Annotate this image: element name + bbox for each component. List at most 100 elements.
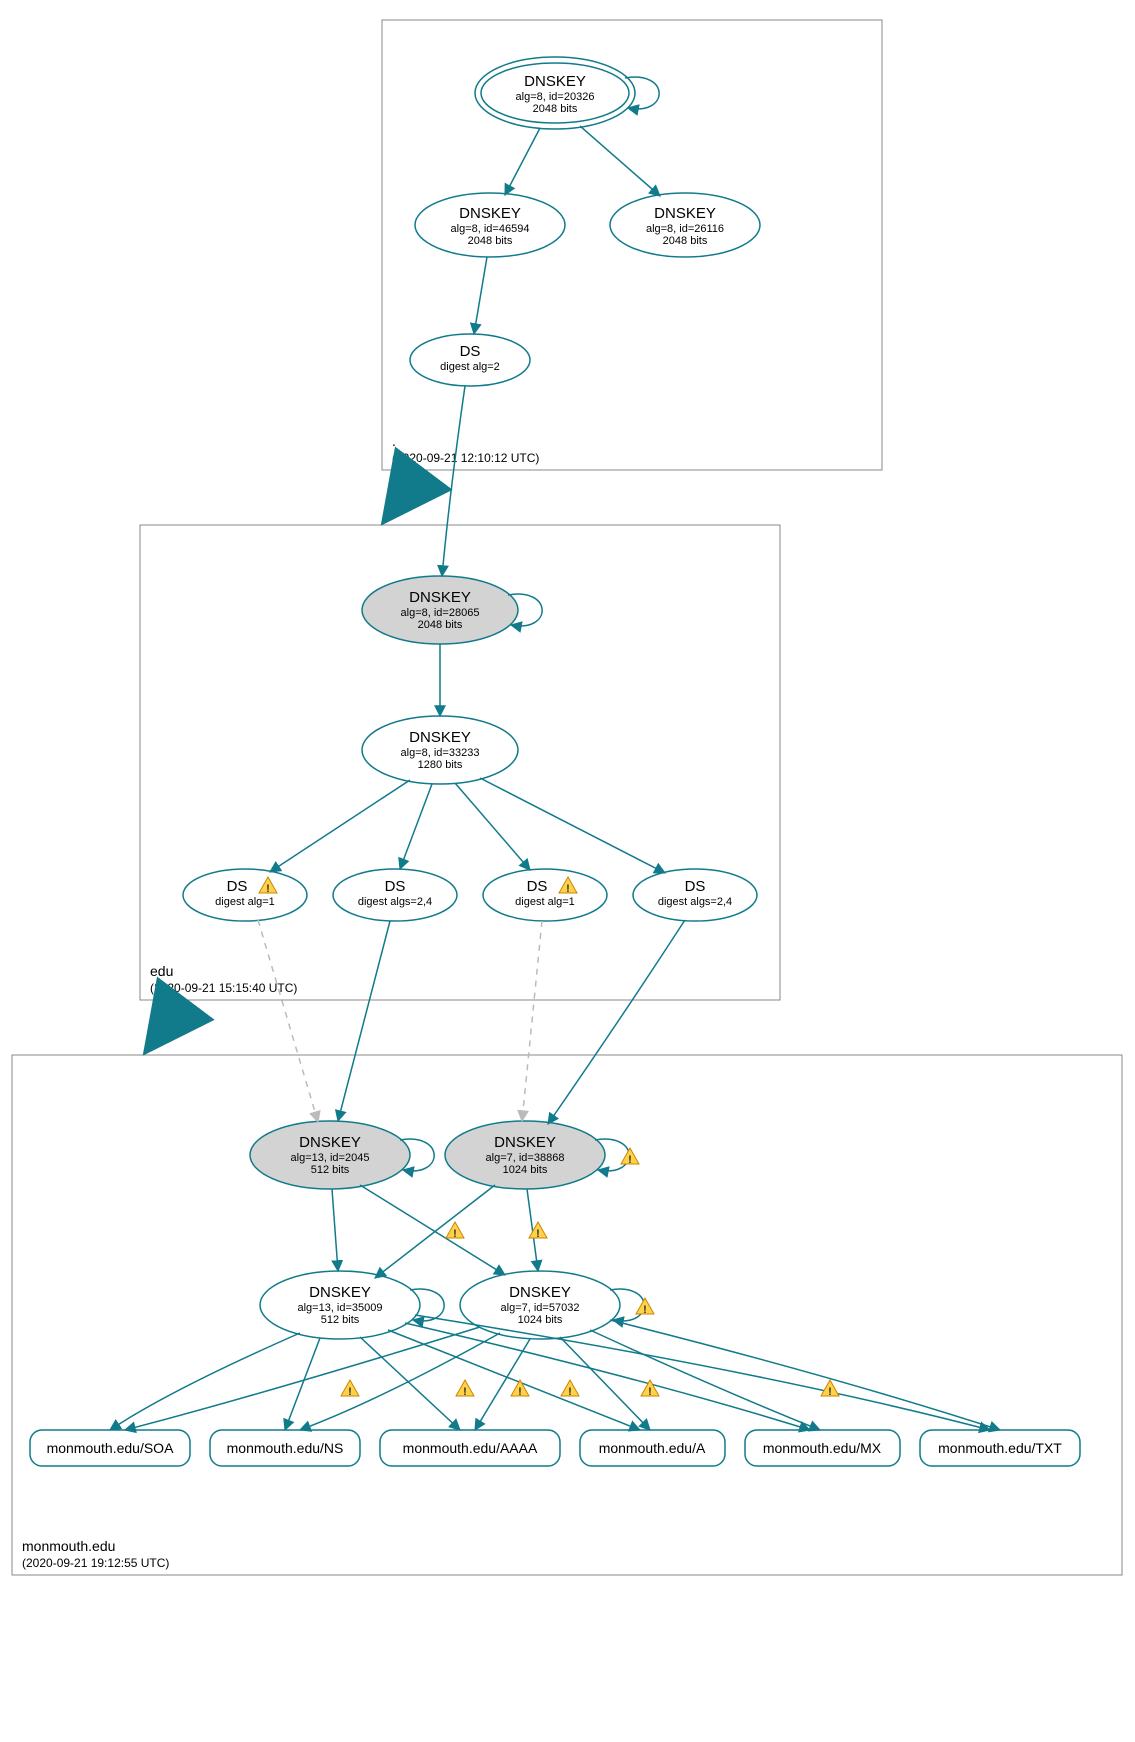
svg-text:DNSKEY: DNSKEY xyxy=(409,589,471,606)
svg-text:digest alg=1: digest alg=1 xyxy=(515,896,575,908)
svg-text:DS: DS xyxy=(685,878,706,895)
warn-icon: ! xyxy=(636,1298,654,1316)
edge-mksk1-mzsk2 xyxy=(360,1185,505,1275)
dnssec-diagram: . (2020-09-21 12:10:12 UTC) edu (2020-09… xyxy=(0,0,1135,1742)
svg-text:2048 bits: 2048 bits xyxy=(663,235,708,247)
edge-mksk1-mzsk1 xyxy=(332,1189,338,1271)
svg-text:!: ! xyxy=(628,1154,632,1166)
svg-text:digest alg=1: digest alg=1 xyxy=(215,896,275,908)
edge-mzsk1-aaaa xyxy=(360,1337,460,1430)
node-root-ksk: DNSKEY alg=8, id=20326 2048 bits xyxy=(475,57,635,129)
svg-text:DNSKEY: DNSKEY xyxy=(524,73,586,90)
svg-text:monmouth.edu/SOA: monmouth.edu/SOA xyxy=(47,1440,175,1456)
svg-text:!: ! xyxy=(566,883,570,895)
edge-mzsk1-soa xyxy=(110,1333,300,1430)
node-root-ds: DS digest alg=2 xyxy=(410,334,530,386)
svg-text:alg=8, id=33233: alg=8, id=33233 xyxy=(401,747,480,759)
node-edu-ds4: DS digest algs=2,4 xyxy=(633,869,757,921)
svg-text:DNSKEY: DNSKEY xyxy=(459,205,521,222)
zone-ts-monmouth: (2020-09-21 19:12:55 UTC) xyxy=(22,1556,169,1570)
svg-text:2048 bits: 2048 bits xyxy=(468,235,513,247)
node-m-ksk1: DNSKEY alg=13, id=2045 512 bits xyxy=(250,1121,410,1189)
svg-text:alg=8, id=46594: alg=8, id=46594 xyxy=(451,223,530,235)
node-root-zsk1: DNSKEY alg=8, id=46594 2048 bits xyxy=(415,193,565,257)
edge-mzsk2-soa xyxy=(125,1327,480,1430)
warn-icon: ! xyxy=(561,1380,579,1398)
edge-mzsk2-ns xyxy=(300,1333,500,1430)
warn-icon: ! xyxy=(446,1222,464,1240)
zone-name-root: . xyxy=(392,433,396,449)
svg-text:monmouth.edu/A: monmouth.edu/A xyxy=(599,1440,706,1456)
svg-text:1024 bits: 1024 bits xyxy=(518,1314,563,1326)
edge-ds1-mksk1 xyxy=(258,920,318,1122)
rr-soa: monmouth.edu/SOA xyxy=(30,1430,190,1466)
svg-text:digest alg=2: digest alg=2 xyxy=(440,361,500,373)
svg-text:!: ! xyxy=(453,1228,457,1240)
svg-text:2048 bits: 2048 bits xyxy=(418,619,463,631)
svg-text:!: ! xyxy=(536,1228,540,1240)
edge-mzsk2-txt xyxy=(610,1320,1000,1430)
rr-mx: monmouth.edu/MX xyxy=(745,1430,900,1466)
edge-rootzsk1-ds xyxy=(474,257,487,334)
svg-text:!: ! xyxy=(643,1304,647,1316)
svg-text:DNSKEY: DNSKEY xyxy=(654,205,716,222)
edge-rootds-eduksk xyxy=(442,386,465,576)
edge-eduzsk-ds2 xyxy=(400,784,432,869)
svg-text:2048 bits: 2048 bits xyxy=(533,103,578,115)
svg-text:digest algs=2,4: digest algs=2,4 xyxy=(358,896,432,908)
svg-text:alg=8, id=20326: alg=8, id=20326 xyxy=(516,91,595,103)
svg-text:monmouth.edu/TXT: monmouth.edu/TXT xyxy=(938,1440,1062,1456)
node-edu-ksk: DNSKEY alg=8, id=28065 2048 bits xyxy=(362,576,518,644)
edge-eduzsk-ds4 xyxy=(480,778,665,873)
warn-icon: ! xyxy=(341,1380,359,1398)
svg-text:DNSKEY: DNSKEY xyxy=(299,1134,361,1151)
node-root-zsk2: DNSKEY alg=8, id=26116 2048 bits xyxy=(610,193,760,257)
delegation-edu-monmouth xyxy=(147,1000,170,1050)
svg-text:DNSKEY: DNSKEY xyxy=(309,1284,371,1301)
svg-text:DS: DS xyxy=(385,878,406,895)
svg-text:!: ! xyxy=(518,1386,522,1398)
svg-text:1024 bits: 1024 bits xyxy=(503,1164,548,1176)
svg-text:monmouth.edu/MX: monmouth.edu/MX xyxy=(763,1440,882,1456)
svg-text:alg=7, id=57032: alg=7, id=57032 xyxy=(501,1302,580,1314)
edge-rootksk-zsk2 xyxy=(580,126,660,196)
svg-text:monmouth.edu/NS: monmouth.edu/NS xyxy=(227,1440,344,1456)
svg-text:!: ! xyxy=(648,1386,652,1398)
warn-icon: ! xyxy=(621,1148,639,1166)
svg-text:DS: DS xyxy=(527,878,548,895)
svg-text:monmouth.edu/AAAA: monmouth.edu/AAAA xyxy=(403,1440,538,1456)
svg-text:!: ! xyxy=(568,1386,572,1398)
zone-ts-root: (2020-09-21 12:10:12 UTC) xyxy=(392,451,539,465)
svg-text:digest algs=2,4: digest algs=2,4 xyxy=(658,896,732,908)
warn-icon: ! xyxy=(511,1380,529,1398)
edge-eduzsk-ds3 xyxy=(455,783,530,870)
warn-icon: ! xyxy=(456,1380,474,1398)
rr-aaaa: monmouth.edu/AAAA xyxy=(380,1430,560,1466)
node-edu-zsk: DNSKEY alg=8, id=33233 1280 bits xyxy=(362,716,518,784)
svg-text:alg=7, id=38868: alg=7, id=38868 xyxy=(486,1152,565,1164)
edge-ds2-mksk1 xyxy=(338,921,390,1121)
svg-text:!: ! xyxy=(828,1386,832,1398)
svg-text:alg=13, id=35009: alg=13, id=35009 xyxy=(297,1302,382,1314)
svg-text:alg=8, id=28065: alg=8, id=28065 xyxy=(401,607,480,619)
svg-text:!: ! xyxy=(266,883,270,895)
warn-icon: ! xyxy=(821,1380,839,1398)
node-edu-ds3: DS digest alg=1 xyxy=(483,869,607,921)
edge-ds4-mksk2 xyxy=(548,920,685,1124)
svg-text:DNSKEY: DNSKEY xyxy=(509,1284,571,1301)
svg-text:DNSKEY: DNSKEY xyxy=(494,1134,556,1151)
node-edu-ds1: DS digest alg=1 xyxy=(183,869,307,921)
node-m-zsk1: DNSKEY alg=13, id=35009 512 bits xyxy=(260,1271,420,1339)
svg-text:DS: DS xyxy=(227,878,248,895)
rr-a: monmouth.edu/A xyxy=(580,1430,725,1466)
zone-name-edu: edu xyxy=(150,963,173,979)
svg-text:!: ! xyxy=(348,1386,352,1398)
edge-mksk2-mzsk1 xyxy=(375,1185,495,1278)
rr-ns: monmouth.edu/NS xyxy=(210,1430,360,1466)
node-m-ksk2: DNSKEY alg=7, id=38868 1024 bits xyxy=(445,1121,605,1189)
svg-text:DS: DS xyxy=(460,343,481,360)
edge-eduzsk-ds1 xyxy=(270,780,410,872)
svg-text:1280 bits: 1280 bits xyxy=(418,759,463,771)
zone-name-monmouth: monmouth.edu xyxy=(22,1538,115,1554)
rr-txt: monmouth.edu/TXT xyxy=(920,1430,1080,1466)
